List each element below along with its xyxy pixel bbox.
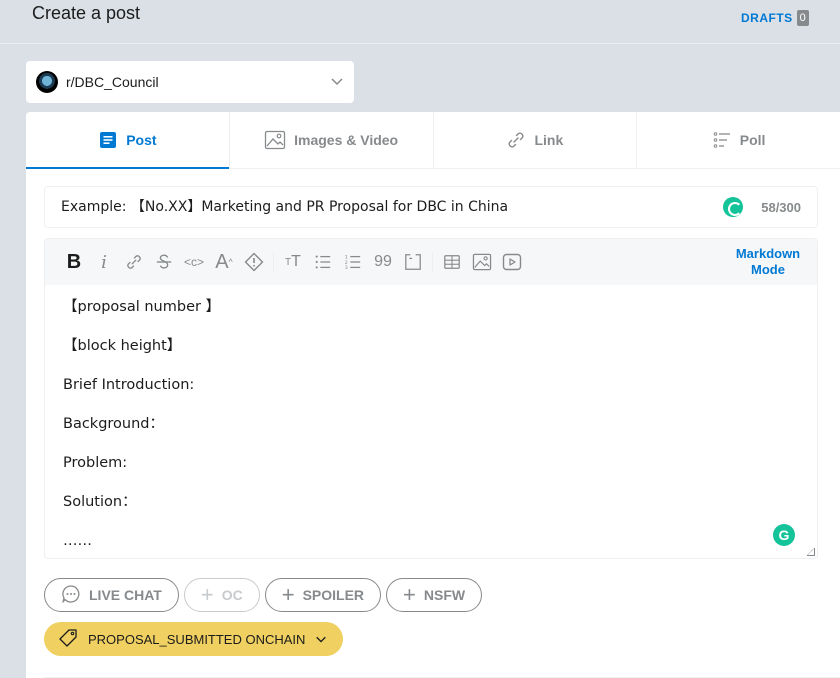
chevron-down-icon	[330, 75, 344, 89]
image-icon	[264, 130, 286, 150]
spoiler-icon[interactable]	[239, 247, 269, 277]
drafts-label: DRAFTS	[741, 11, 793, 25]
title-input[interactable]	[61, 199, 724, 215]
title-field[interactable]: 58/300	[44, 186, 818, 228]
page-header: Create a post DRAFTS 0	[0, 0, 840, 44]
flair-tag-label: PROPOSAL_SUBMITTED ONCHAIN	[88, 631, 306, 647]
body-line: Solution：	[63, 494, 137, 510]
post-options-row: LIVE CHAT + OC + SPOILER + NSFW	[44, 578, 483, 612]
image-icon[interactable]	[467, 247, 497, 277]
body-line: 【proposal number 】	[63, 299, 221, 315]
post-icon	[98, 130, 118, 150]
spoiler-label: SPOILER	[302, 587, 365, 603]
code-block-icon[interactable]	[398, 247, 428, 277]
body-line: Problem:	[63, 455, 128, 471]
heading-icon[interactable]: TT	[278, 247, 308, 277]
grammarly-icon[interactable]: G	[773, 524, 795, 546]
markdown-mode-button[interactable]: Markdown Mode	[733, 246, 803, 278]
svg-text:2: 2	[345, 260, 348, 266]
oc-button[interactable]: + OC	[183, 578, 260, 612]
strikethrough-icon[interactable]	[149, 247, 179, 277]
table-icon[interactable]	[437, 247, 467, 277]
body-editor[interactable]: B i <c> A ^ TT 123 99 Markdown Mode 【pro…	[44, 238, 818, 559]
post-type-tabs: Post Images & Video Link Poll	[26, 112, 840, 169]
tab-link[interactable]: Link	[434, 112, 638, 168]
community-selector[interactable]: r/DBC_Council	[26, 61, 354, 103]
video-icon[interactable]	[497, 247, 527, 277]
body-text-area[interactable]: 【proposal number 】 【block height】 Brief …	[45, 285, 817, 578]
bold-icon[interactable]: B	[59, 247, 89, 277]
chevron-down-icon	[315, 632, 327, 647]
grammarly-icon[interactable]	[723, 197, 744, 217]
link-icon[interactable]	[119, 247, 149, 277]
spoiler-button[interactable]: + SPOILER	[264, 578, 382, 612]
plus-icon: +	[403, 582, 416, 607]
tab-post-label: Post	[126, 132, 157, 148]
numbered-list-icon[interactable]: 123	[338, 247, 368, 277]
toolbar-divider	[432, 252, 433, 272]
toolbar-divider	[273, 252, 274, 272]
resize-handle[interactable]	[807, 548, 815, 556]
tab-link-label: Link	[534, 132, 564, 148]
superscript-icon[interactable]: A ^	[209, 247, 239, 277]
tag-icon	[58, 628, 78, 651]
quote-block-icon[interactable]: 99	[368, 247, 398, 277]
post-editor-card: Post Images & Video Link Poll 58/300 B	[26, 112, 840, 678]
tab-post[interactable]: Post	[26, 112, 230, 169]
drafts-count-badge: 0	[796, 10, 809, 26]
tab-poll[interactable]: Poll	[637, 112, 840, 168]
body-line: Background：	[63, 416, 165, 432]
body-line: 【block height】	[63, 338, 182, 354]
svg-text:3: 3	[345, 265, 348, 271]
italic-icon[interactable]: i	[89, 247, 119, 277]
formatting-toolbar: B i <c> A ^ TT 123 99 Markdown Mode	[45, 239, 817, 285]
body-line: ……	[63, 533, 92, 549]
plus-icon: +	[200, 582, 214, 607]
live-chat-button[interactable]: LIVE CHAT	[44, 578, 179, 612]
poll-icon	[712, 130, 732, 150]
svg-text:1: 1	[345, 254, 348, 260]
page-title: Create a post	[32, 3, 141, 23]
tab-poll-label: Poll	[739, 132, 766, 148]
inline-code-icon[interactable]: <c>	[179, 247, 209, 277]
nsfw-label: NSFW	[423, 587, 466, 603]
chat-icon	[61, 584, 81, 607]
link-icon	[506, 130, 526, 150]
body-line: Brief Introduction:	[63, 377, 195, 393]
tab-images-video-label: Images & Video	[294, 132, 399, 148]
community-avatar	[36, 71, 58, 93]
title-char-count: 58/300	[761, 199, 801, 215]
tab-images-video[interactable]: Images & Video	[230, 112, 434, 168]
bulleted-list-icon[interactable]	[308, 247, 338, 277]
nsfw-button[interactable]: + NSFW	[386, 578, 483, 612]
drafts-button[interactable]: DRAFTS 0	[741, 10, 809, 26]
flair-tag-button[interactable]: PROPOSAL_SUBMITTED ONCHAIN	[44, 622, 344, 656]
oc-label: OC	[221, 587, 243, 603]
live-chat-label: LIVE CHAT	[89, 587, 162, 603]
plus-icon: +	[281, 582, 295, 607]
community-name: r/DBC_Council	[66, 74, 159, 90]
